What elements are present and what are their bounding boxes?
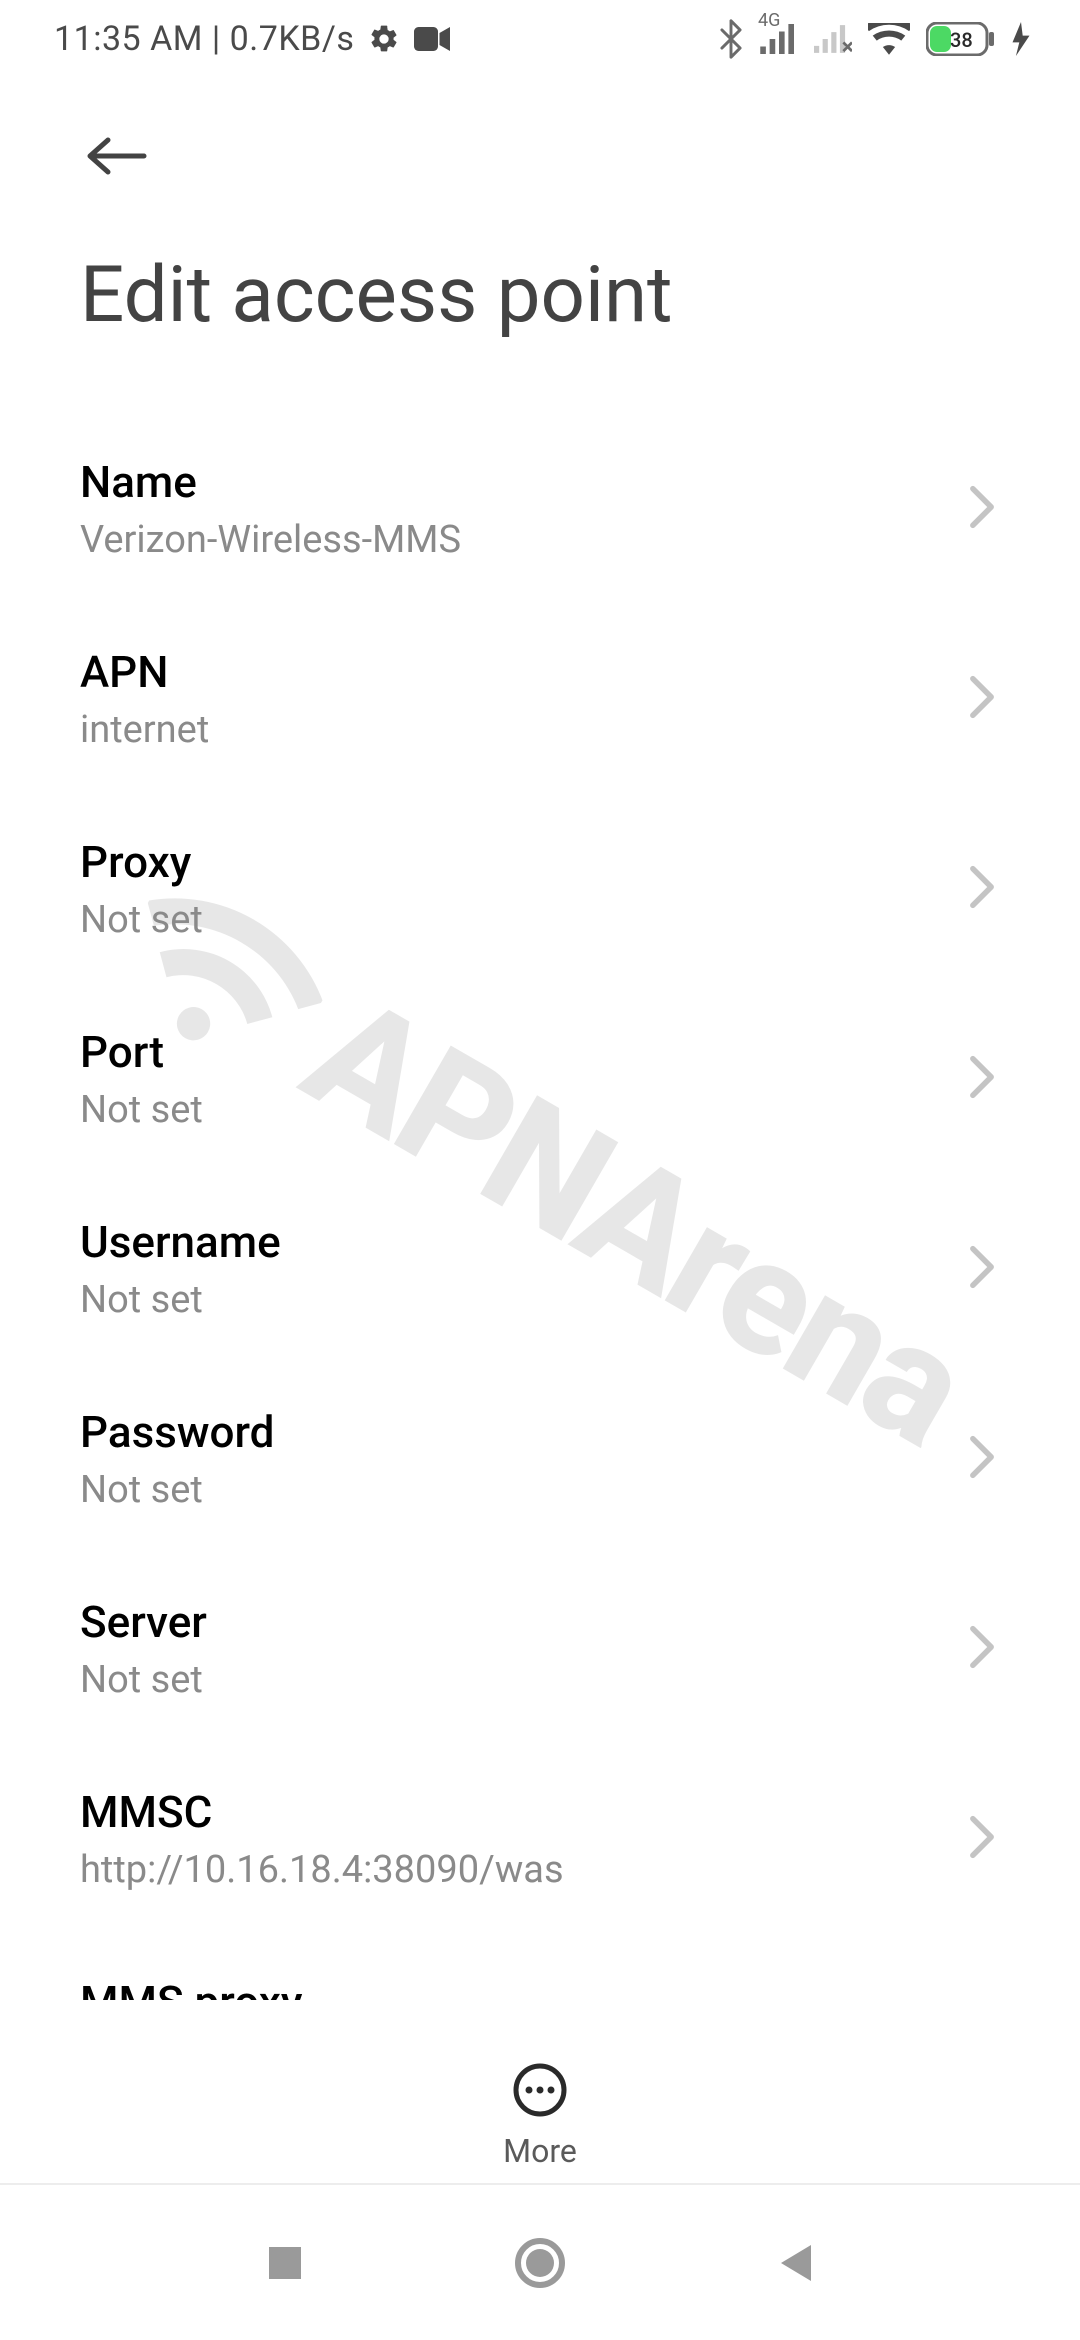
- status-bar-right: 4G 38: [718, 19, 1030, 59]
- row-password[interactable]: Password Not set: [0, 1364, 1080, 1554]
- chevron-right-icon: [968, 1435, 996, 1483]
- row-value: http://10.16.18.4:38090/was: [80, 1848, 948, 1892]
- status-netspeed: 0.7KB/s: [230, 19, 355, 59]
- row-label: Port: [80, 1026, 948, 1078]
- row-value: Not set: [80, 898, 948, 942]
- row-label: Server: [80, 1596, 948, 1648]
- chevron-right-icon: [968, 865, 996, 913]
- bottom-action-bar: More: [0, 2062, 1080, 2170]
- chevron-right-icon: [968, 1815, 996, 1863]
- status-bar-left: 11:35 AM | 0.7KB/s: [54, 19, 450, 59]
- circle-icon: [514, 2237, 566, 2289]
- row-mmsc[interactable]: MMSC http://10.16.18.4:38090/was: [0, 1744, 1080, 1934]
- signal-2-icon: [814, 24, 852, 54]
- row-value: Verizon-Wireless-MMS: [80, 518, 948, 562]
- nav-back-button[interactable]: [775, 2241, 815, 2289]
- row-port[interactable]: Port Not set: [0, 984, 1080, 1174]
- system-nav-bar: [0, 2190, 1080, 2340]
- status-time: 11:35 AM | 0.7KB/s: [54, 19, 354, 59]
- status-time-text: 11:35 AM: [54, 19, 203, 59]
- more-label: More: [503, 2132, 577, 2170]
- row-value: Not set: [80, 1468, 948, 1512]
- gear-icon: [368, 23, 400, 55]
- app-bar: [80, 120, 152, 192]
- row-label: Name: [80, 456, 948, 508]
- row-mms-proxy[interactable]: MMS proxy 10.16.18.77: [0, 1934, 1080, 2000]
- row-label: Proxy: [80, 836, 948, 888]
- chevron-right-icon: [968, 1625, 996, 1673]
- back-button[interactable]: [80, 120, 152, 192]
- nav-home-button[interactable]: [514, 2237, 566, 2293]
- more-button[interactable]: More: [503, 2062, 577, 2170]
- chevron-right-icon: [968, 1055, 996, 1103]
- battery-pct: 38: [950, 28, 973, 52]
- row-label: Username: [80, 1216, 948, 1268]
- chevron-right-icon: [968, 485, 996, 533]
- chevron-right-icon: [968, 1245, 996, 1293]
- charging-icon: [1012, 22, 1030, 56]
- status-bar: 11:35 AM | 0.7KB/s 4G: [0, 0, 1080, 78]
- row-label: APN: [80, 646, 948, 698]
- video-icon: [414, 26, 450, 52]
- row-label: MMS proxy: [80, 1976, 948, 2000]
- row-value: internet: [80, 708, 948, 752]
- nav-recent-button[interactable]: [265, 2243, 305, 2287]
- page-title: Edit access point: [80, 250, 673, 341]
- battery-icon: 38: [926, 22, 996, 56]
- row-username[interactable]: Username Not set: [0, 1174, 1080, 1364]
- status-divider: |: [212, 19, 230, 59]
- triangle-left-icon: [775, 2241, 815, 2285]
- row-label: MMSC: [80, 1786, 948, 1838]
- square-icon: [265, 2243, 305, 2283]
- chevron-right-icon: [968, 675, 996, 723]
- row-value: Not set: [80, 1088, 948, 1132]
- signal-1-label: 4G: [758, 10, 780, 31]
- arrow-left-icon: [84, 134, 148, 178]
- row-name[interactable]: Name Verizon-Wireless-MMS: [0, 414, 1080, 604]
- divider: [0, 2183, 1080, 2185]
- row-proxy[interactable]: Proxy Not set: [0, 794, 1080, 984]
- row-server[interactable]: Server Not set: [0, 1554, 1080, 1744]
- row-label: Password: [80, 1406, 948, 1458]
- row-apn[interactable]: APN internet: [0, 604, 1080, 794]
- row-value: Not set: [80, 1278, 948, 1322]
- row-value: Not set: [80, 1658, 948, 1702]
- bluetooth-icon: [718, 19, 744, 59]
- wifi-icon: [868, 23, 910, 55]
- signal-1-icon: 4G: [760, 24, 798, 54]
- more-icon: [512, 2062, 568, 2118]
- apn-settings-list: Name Verizon-Wireless-MMS APN internet P…: [0, 414, 1080, 2000]
